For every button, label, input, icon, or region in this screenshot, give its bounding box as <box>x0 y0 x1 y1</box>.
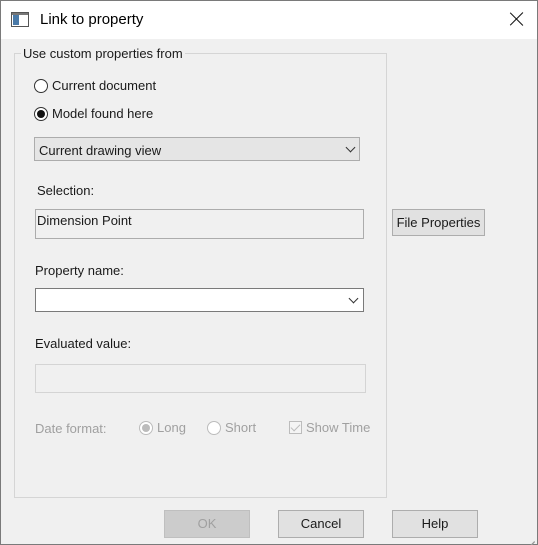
radio-button-icon[interactable] <box>207 420 221 435</box>
group-legend: Use custom properties from <box>21 46 185 61</box>
radio-button-icon[interactable] <box>34 78 48 93</box>
title-bar: Link to property <box>1 1 537 39</box>
radio-date-short[interactable]: Short <box>207 420 256 435</box>
file-properties-button[interactable]: File Properties <box>392 209 485 236</box>
evaluated-value-label: Evaluated value: <box>35 336 132 351</box>
radio-button-selected-icon[interactable] <box>34 106 48 121</box>
model-source-select-value: Current drawing view <box>39 143 162 158</box>
property-name-label: Property name: <box>35 263 124 278</box>
evaluated-value-field <box>35 364 366 393</box>
radio-button-selected-icon[interactable] <box>139 420 153 435</box>
ok-button[interactable]: OK <box>164 510 250 538</box>
date-format-label: Date format: <box>35 421 107 436</box>
close-icon[interactable] <box>507 9 527 29</box>
radio-model-found-here-label: Model found here <box>52 106 154 121</box>
chevron-down-icon[interactable] <box>348 293 359 304</box>
cancel-button[interactable]: Cancel <box>278 510 364 538</box>
radio-date-short-label: Short <box>225 420 257 435</box>
selection-field: Dimension Point <box>35 209 364 239</box>
chevron-down-icon[interactable] <box>345 142 356 153</box>
dialog-window: Link to property Use custom properties f… <box>0 0 538 545</box>
dialog-title: Link to property <box>40 11 144 28</box>
selection-label: Selection: <box>37 183 95 198</box>
checkbox-checked-icon[interactable] <box>289 421 302 434</box>
radio-date-long[interactable]: Long <box>139 420 186 435</box>
show-time-checkbox[interactable]: Show Time <box>289 420 370 435</box>
radio-date-long-label: Long <box>157 420 186 435</box>
selection-value: Dimension Point <box>37 213 132 228</box>
window-icon <box>11 12 29 27</box>
property-name-select[interactable] <box>35 288 364 312</box>
radio-model-found-here[interactable]: Model found here <box>34 106 153 121</box>
resize-grip-icon[interactable] <box>521 528 535 545</box>
show-time-label: Show Time <box>306 420 371 435</box>
radio-current-document-label: Current document <box>52 78 157 93</box>
radio-current-document[interactable]: Current document <box>34 78 156 93</box>
help-button[interactable]: Help <box>392 510 478 538</box>
model-source-select[interactable]: Current drawing view <box>34 137 360 161</box>
